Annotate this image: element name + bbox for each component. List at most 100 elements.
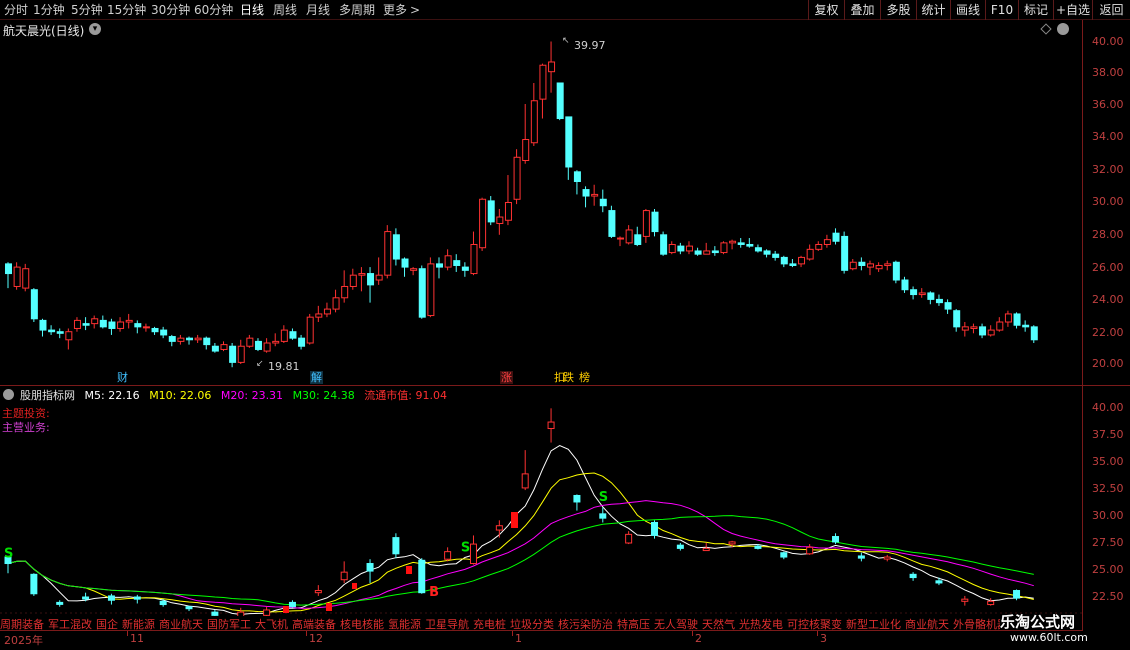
candle[interactable] [720, 241, 728, 255]
candle[interactable] [39, 318, 47, 337]
candle[interactable] [367, 267, 375, 303]
concept-tag[interactable]: 氢能源 [388, 618, 421, 630]
tab-timeframe-15min[interactable]: 15分钟 [107, 2, 146, 18]
candle[interactable] [410, 267, 418, 276]
tab-timeframe-60min[interactable]: 60分钟 [194, 2, 233, 18]
candle[interactable] [944, 299, 952, 314]
concept-tag[interactable]: 新型工业化 [846, 618, 901, 630]
candle[interactable] [1013, 312, 1021, 329]
candle[interactable] [220, 341, 228, 352]
candle[interactable] [487, 196, 495, 226]
tab-timeframe-weekly[interactable]: 周线 [273, 2, 297, 18]
candle[interactable] [375, 257, 383, 285]
candle[interactable] [711, 246, 719, 256]
stats-button[interactable]: 统计 [916, 0, 950, 20]
candle[interactable] [65, 328, 73, 350]
candle[interactable] [642, 208, 650, 243]
event-marker-limit-down[interactable]: 跌 [562, 371, 575, 384]
candle[interactable] [875, 262, 883, 272]
candle[interactable] [789, 259, 797, 268]
candle[interactable] [125, 313, 133, 329]
candle[interactable] [48, 325, 56, 335]
concept-tag[interactable]: 卫星导航 [425, 618, 469, 630]
candle[interactable] [867, 260, 874, 276]
candle[interactable] [289, 328, 297, 340]
candle[interactable] [142, 323, 150, 332]
candle[interactable] [522, 103, 530, 164]
candle[interactable] [436, 257, 443, 279]
candle[interactable] [358, 267, 366, 292]
candle[interactable] [341, 270, 349, 303]
candle[interactable] [470, 231, 478, 276]
candle[interactable] [685, 241, 693, 255]
candle[interactable] [556, 82, 564, 121]
candle[interactable] [849, 259, 857, 271]
concept-tag[interactable]: 周期装备 [0, 618, 44, 630]
candle[interactable] [763, 249, 771, 258]
candle[interactable] [513, 149, 521, 205]
candle[interactable] [91, 315, 99, 329]
overlay-button[interactable]: 叠加 [844, 0, 880, 20]
candle[interactable] [453, 254, 461, 272]
candle[interactable] [780, 255, 788, 268]
candle[interactable] [996, 317, 1004, 332]
event-marker-ranking[interactable]: 榜 [578, 371, 591, 384]
candle[interactable] [479, 197, 487, 251]
candle[interactable] [13, 262, 21, 290]
candle[interactable] [168, 334, 176, 347]
candle[interactable] [134, 320, 142, 334]
candle[interactable] [798, 255, 806, 268]
candle[interactable] [694, 247, 702, 256]
candle[interactable] [82, 317, 90, 331]
candle[interactable] [384, 225, 392, 279]
candle[interactable] [970, 323, 978, 334]
candle[interactable] [935, 294, 943, 306]
candle[interactable] [263, 338, 271, 353]
candle[interactable] [1030, 325, 1038, 344]
concept-tag[interactable]: 商业航天 [905, 618, 949, 630]
concept-tag[interactable]: 大飞机 [255, 618, 288, 630]
candle[interactable] [194, 334, 202, 344]
candle[interactable] [237, 339, 245, 364]
concept-tag[interactable]: 外骨骼机器人 [953, 618, 1000, 630]
concept-tag[interactable]: 军工混改 [48, 618, 92, 630]
candle[interactable] [987, 325, 995, 337]
candle[interactable] [979, 323, 987, 339]
candle[interactable] [651, 208, 659, 237]
candle[interactable] [539, 63, 547, 119]
candle[interactable] [548, 41, 556, 93]
candle[interactable] [530, 82, 538, 146]
event-marker-limit-up[interactable]: 涨 [500, 371, 513, 384]
tab-timeframe-5min[interactable]: 5分钟 [71, 2, 103, 18]
concept-tag[interactable]: 高端装备 [292, 618, 336, 630]
candle[interactable] [306, 313, 314, 345]
candle[interactable] [418, 265, 426, 319]
candle[interactable] [272, 333, 280, 347]
candle[interactable] [203, 336, 211, 350]
concept-tag[interactable]: 天然气 [702, 618, 735, 630]
concept-tag[interactable]: 可控核聚变 [787, 618, 842, 630]
candle[interactable] [323, 302, 331, 318]
candle[interactable] [806, 244, 814, 261]
f10-button[interactable]: F10 [985, 0, 1018, 20]
candle[interactable] [56, 328, 64, 339]
candle[interactable] [660, 231, 668, 256]
candle[interactable] [832, 228, 840, 245]
candle[interactable] [608, 205, 616, 239]
candle[interactable] [961, 322, 969, 337]
candle[interactable] [504, 175, 512, 226]
candle[interactable] [177, 334, 185, 345]
adjust-button[interactable]: 复权 [808, 0, 844, 20]
ma10-line[interactable] [7, 472, 1034, 613]
candle[interactable] [677, 242, 685, 255]
candle[interactable] [565, 116, 573, 180]
concept-tag[interactable]: 光热发电 [739, 618, 783, 630]
candle[interactable] [444, 249, 452, 271]
candle[interactable] [582, 186, 590, 208]
candle[interactable] [910, 286, 918, 300]
candle[interactable] [461, 262, 469, 277]
candle[interactable] [332, 289, 340, 313]
candle[interactable] [392, 228, 400, 266]
candle[interactable] [573, 170, 581, 195]
candle[interactable] [815, 241, 823, 251]
